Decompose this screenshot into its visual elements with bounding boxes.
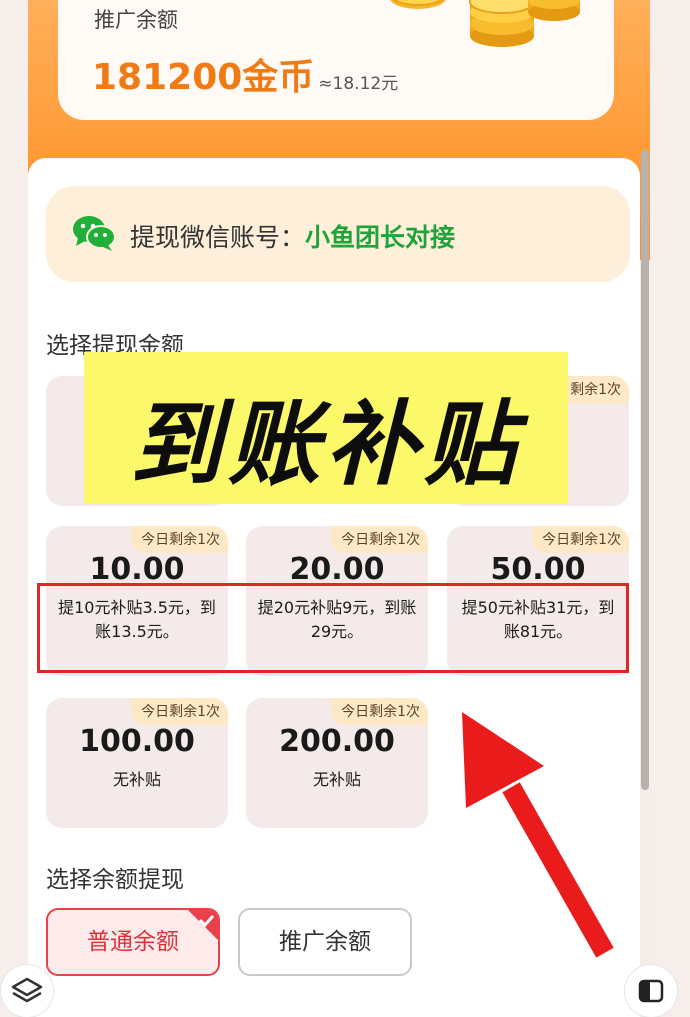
amount-badge: 今日剩余1次 bbox=[131, 526, 228, 553]
arrow-annotation bbox=[462, 712, 614, 958]
coins-icon bbox=[390, 0, 580, 47]
balance-amount: 181200金币 bbox=[92, 57, 315, 98]
promo-balance-option[interactable]: 推广余额 bbox=[238, 908, 412, 976]
balance-approx: ≈18.12元 bbox=[318, 74, 399, 94]
sidebar-toggle-button[interactable] bbox=[624, 964, 678, 1017]
layers-icon bbox=[11, 977, 43, 1003]
scrollbar[interactable] bbox=[641, 150, 649, 790]
wechat-account-name: 小鱼团长对接 bbox=[305, 223, 456, 252]
amount-card-200[interactable]: 今日剩余1次 200.00 无补贴 bbox=[246, 698, 428, 828]
layers-button[interactable] bbox=[0, 964, 54, 1017]
amount-value: 100.00 bbox=[79, 724, 195, 759]
amount-value: 20.00 bbox=[289, 552, 385, 587]
amount-card-100[interactable]: 今日剩余1次 100.00 无补贴 bbox=[46, 698, 228, 828]
amount-badge: 今日剩余1次 bbox=[532, 526, 629, 553]
left-margin bbox=[0, 0, 28, 1017]
amount-desc: 无补贴 bbox=[112, 770, 161, 789]
balance-card: 推广余额 181200金币 ≈18.12元 bbox=[58, 0, 614, 120]
amount-badge: 今日剩余1次 bbox=[131, 698, 228, 725]
balance-section-title: 选择余额提现 bbox=[46, 867, 184, 893]
amount-value: 10.00 bbox=[89, 552, 185, 587]
amount-badge: 今日剩余1次 bbox=[331, 698, 428, 725]
amount-desc: 无补贴 bbox=[312, 770, 361, 789]
wechat-account-row[interactable]: 提现微信账号：小鱼团长对接 bbox=[46, 186, 630, 282]
right-margin bbox=[650, 0, 690, 1017]
wechat-account-label: 提现微信账号： bbox=[130, 223, 306, 252]
amount-badge: 今日剩余1次 bbox=[331, 526, 428, 553]
check-icon bbox=[188, 910, 218, 940]
overlay-banner-text: 到账补贴 bbox=[129, 391, 522, 498]
normal-balance-option[interactable]: 普通余额 bbox=[46, 908, 220, 976]
wechat-account-text: 提现微信账号：小鱼团长对接 bbox=[130, 218, 455, 254]
wechat-icon bbox=[73, 216, 116, 251]
balance-label: 推广余额 bbox=[94, 8, 178, 32]
amount-value: 50.00 bbox=[490, 552, 586, 587]
amount-value: 200.00 bbox=[279, 724, 395, 759]
overlay-banner: 到账补贴 bbox=[84, 352, 568, 504]
normal-balance-label: 普通余额 bbox=[87, 929, 179, 955]
promo-balance-label: 推广余额 bbox=[279, 929, 371, 955]
sidebar-icon bbox=[638, 979, 664, 1003]
balance-row: 181200金币 ≈18.12元 bbox=[92, 48, 398, 100]
highlight-frame bbox=[37, 583, 629, 673]
